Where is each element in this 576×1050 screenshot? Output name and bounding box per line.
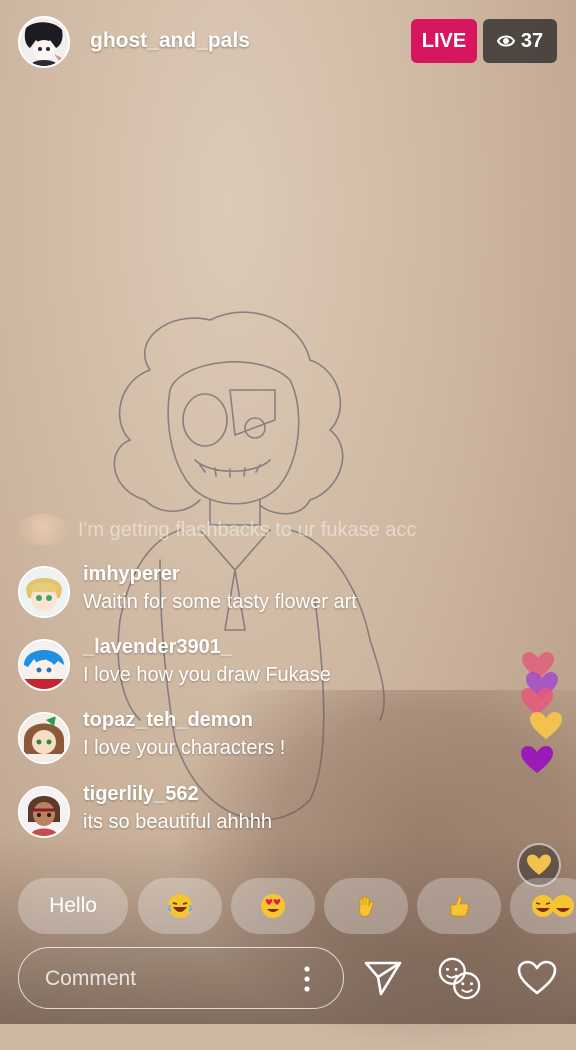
- comment-text: I love your characters !: [83, 737, 286, 759]
- heart-icon: [517, 960, 557, 995]
- faded-comment: I'm getting flashbacks to ur fukase acc: [18, 514, 416, 546]
- quick-reaction-laughing-more[interactable]: [510, 878, 576, 934]
- laughing-emoji-icon: [532, 895, 574, 917]
- comment-input-box[interactable]: [18, 947, 344, 1009]
- comment-item[interactable]: _lavender3901_ I love how you draw Fukas…: [18, 636, 458, 700]
- send-icon: [364, 961, 402, 996]
- comment-item[interactable]: topaz_teh_demon I love your characters !: [18, 709, 458, 773]
- eye-icon: [496, 35, 515, 47]
- live-badge: LIVE: [411, 19, 477, 63]
- live-header: ghost_and_pals LIVE 37: [18, 14, 558, 70]
- quick-reply-label: Hello: [49, 894, 97, 917]
- thumbs-up-icon: [450, 895, 470, 917]
- quick-reaction-wave[interactable]: [324, 878, 408, 934]
- comment-text: Waitin for some tasty flower art: [83, 591, 357, 613]
- host-avatar[interactable]: [18, 16, 70, 68]
- like-button[interactable]: [514, 955, 560, 1001]
- comment-username[interactable]: topaz_teh_demon: [83, 709, 253, 732]
- faded-comment-text: I'm getting flashbacks to ur fukase acc: [78, 518, 417, 541]
- commenter-avatar[interactable]: [18, 566, 70, 618]
- comment-username[interactable]: tigerlily_562: [83, 783, 199, 806]
- comment-username[interactable]: _lavender3901_: [83, 636, 232, 659]
- comment-item[interactable]: imhyperer Waitin for some tasty flower a…: [18, 563, 458, 627]
- commenter-avatar[interactable]: [18, 712, 70, 764]
- quick-reaction-heart-eyes[interactable]: [231, 878, 315, 934]
- quick-reply-hello[interactable]: Hello: [18, 878, 128, 934]
- heart-icon: [527, 854, 551, 875]
- commenter-avatar[interactable]: [18, 786, 70, 838]
- more-vertical-icon[interactable]: [302, 965, 312, 993]
- commenter-avatar[interactable]: [18, 639, 70, 691]
- floating-heart-icon: [521, 746, 553, 773]
- host-username[interactable]: ghost_and_pals: [90, 29, 250, 53]
- commenter-avatar-image: [20, 641, 68, 689]
- faded-comment-avatar: [18, 514, 68, 546]
- viewer-count: 37: [520, 29, 544, 52]
- comment-item[interactable]: tigerlily_562 its so beautiful ahhhh: [18, 783, 458, 847]
- heart-eyes-emoji-icon: [261, 894, 285, 918]
- send-button[interactable]: [360, 955, 406, 1001]
- commenter-avatar-image: [20, 714, 68, 762]
- comment-username[interactable]: imhyperer: [83, 563, 180, 586]
- guests-button[interactable]: [436, 955, 482, 1001]
- floating-heart-icon: [530, 712, 562, 739]
- quick-reaction-laughing[interactable]: [138, 878, 222, 934]
- commenter-avatar-image: [20, 568, 68, 616]
- host-avatar-image: [20, 18, 68, 66]
- viewer-count-badge[interactable]: 37: [483, 19, 557, 63]
- quick-reaction-thumbs-up[interactable]: [417, 878, 501, 934]
- waving-hand-icon: [359, 896, 374, 917]
- comment-input[interactable]: [43, 962, 297, 996]
- people-icon: [438, 957, 481, 1000]
- commenter-avatar-image: [20, 788, 68, 836]
- quick-reactions-row: Hello: [18, 878, 576, 936]
- comment-text: its so beautiful ahhhh: [83, 811, 273, 833]
- laughing-emoji-icon: [168, 894, 192, 918]
- comment-text: I love how you draw Fukase: [83, 664, 331, 686]
